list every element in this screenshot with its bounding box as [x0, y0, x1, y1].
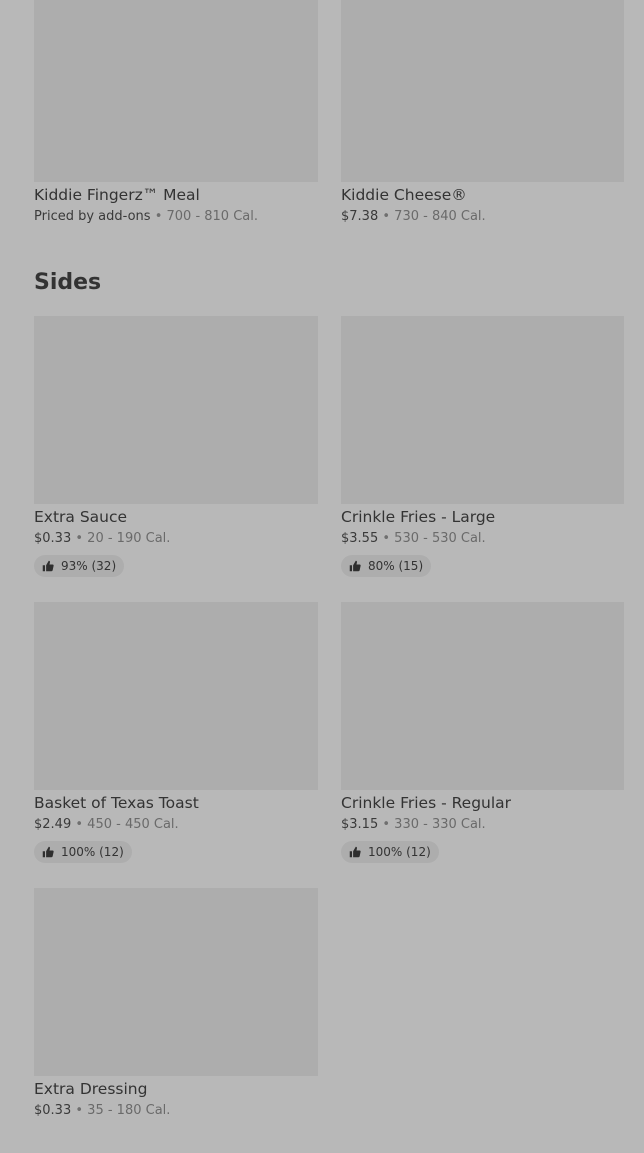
separator-dot: • — [154, 209, 163, 224]
item-meta: $7.38 • 730 - 840 Cal. — [341, 208, 624, 226]
rating-badge: 100% (12) — [34, 841, 132, 863]
rating-text: 80% (15) — [368, 559, 424, 573]
item-price: $3.15 — [341, 817, 379, 832]
separator-dot: • — [382, 817, 391, 832]
rating-text: 93% (32) — [61, 559, 117, 573]
menu-item-crinkle-fries-large[interactable]: Crinkle Fries - Large $3.55 • 530 - 530 … — [341, 316, 624, 577]
separator-dot: • — [382, 209, 391, 224]
thumbs-up-icon — [349, 560, 361, 572]
item-meta: $0.33 • 20 - 190 Cal. — [34, 530, 318, 548]
item-name: Extra Sauce — [34, 508, 128, 526]
menu-item-crinkle-fries-regular[interactable]: Crinkle Fries - Regular $3.15 • 330 - 33… — [341, 602, 624, 863]
item-price: $0.33 — [34, 1103, 72, 1118]
item-name: Kiddie Fingerz™ Meal — [34, 186, 200, 204]
rating-badge: 93% (32) — [34, 555, 125, 577]
item-price: Priced by add-ons — [34, 209, 151, 224]
rating-text: 100% (12) — [61, 845, 124, 859]
item-image — [341, 602, 624, 790]
thumbs-up-icon — [349, 846, 361, 858]
item-meta: $2.49 • 450 - 450 Cal. — [34, 816, 318, 834]
item-calories: 35 - 180 Cal. — [87, 1103, 171, 1118]
separator-dot: • — [382, 531, 391, 546]
item-calories: 20 - 190 Cal. — [87, 531, 171, 546]
item-image — [341, 0, 624, 182]
item-name: Crinkle Fries - Regular — [341, 794, 512, 812]
item-image — [34, 602, 318, 790]
separator-dot: • — [75, 817, 84, 832]
section-title-sides: Sides — [34, 270, 102, 295]
item-meta: $3.15 • 330 - 330 Cal. — [341, 816, 624, 834]
thumbs-up-icon — [42, 560, 54, 572]
item-name: Kiddie Cheese® — [341, 186, 467, 204]
rating-text: 100% (12) — [368, 845, 431, 859]
item-calories: 730 - 840 Cal. — [394, 209, 486, 224]
separator-dot: • — [75, 1103, 84, 1118]
menu-item-extra-sauce[interactable]: Extra Sauce $0.33 • 20 - 190 Cal. 93% (3… — [34, 316, 318, 577]
item-price: $7.38 — [341, 209, 379, 224]
thumbs-up-icon — [42, 846, 54, 858]
item-calories: 330 - 330 Cal. — [394, 817, 486, 832]
item-name: Extra Dressing — [34, 1080, 148, 1098]
rating-badge: 80% (15) — [341, 555, 432, 577]
item-calories: 530 - 530 Cal. — [394, 531, 486, 546]
item-image — [34, 0, 318, 182]
menu-item-kiddie-cheese[interactable]: Kiddie Cheese® $7.38 • 730 - 840 Cal. — [341, 0, 624, 226]
item-name: Crinkle Fries - Large — [341, 508, 496, 526]
item-price: $3.55 — [341, 531, 379, 546]
item-image — [34, 888, 318, 1076]
item-meta: $0.33 • 35 - 180 Cal. — [34, 1102, 318, 1120]
item-meta: Priced by add-ons • 700 - 810 Cal. — [34, 208, 318, 226]
menu-item-extra-dressing[interactable]: Extra Dressing $0.33 • 35 - 180 Cal. — [34, 888, 318, 1120]
separator-dot: • — [75, 531, 84, 546]
item-price: $0.33 — [34, 531, 72, 546]
item-calories: 450 - 450 Cal. — [87, 817, 179, 832]
menu-item-basket-of-texas-toast[interactable]: Basket of Texas Toast $2.49 • 450 - 450 … — [34, 602, 318, 863]
item-calories: 700 - 810 Cal. — [166, 209, 259, 224]
item-image — [341, 316, 624, 504]
item-image — [34, 316, 318, 504]
item-meta: $3.55 • 530 - 530 Cal. — [341, 530, 624, 548]
rating-badge: 100% (12) — [341, 841, 439, 863]
menu-item-kiddie-fingerz-meal[interactable]: Kiddie Fingerz™ Meal Priced by add-ons •… — [34, 0, 318, 226]
item-name: Basket of Texas Toast — [34, 794, 199, 812]
item-price: $2.49 — [34, 817, 72, 832]
